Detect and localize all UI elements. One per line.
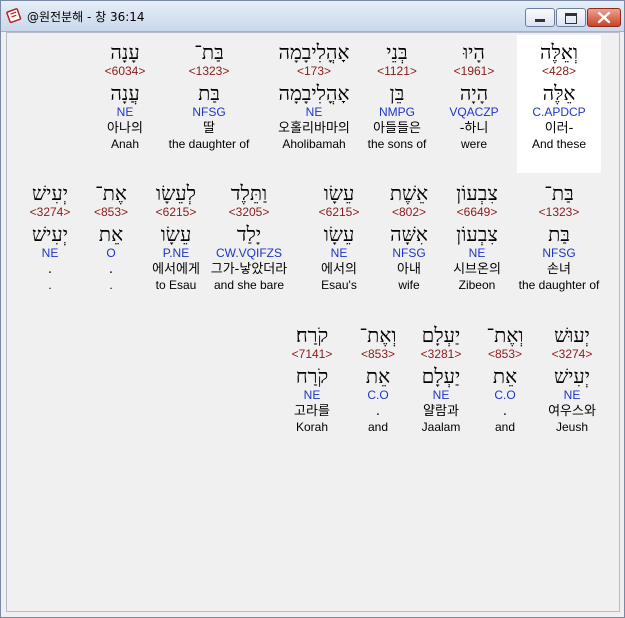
strong-number: <1961> (453, 64, 495, 78)
parsing-code: C.APDCP (532, 105, 586, 119)
hebrew-lemma: יָלַד (236, 222, 262, 246)
parsing-code: NE (305, 105, 323, 119)
strong-number: <3205> (228, 205, 270, 219)
maximize-button[interactable] (556, 8, 586, 27)
english-gloss: Jeush (555, 420, 589, 434)
hebrew-word: בַּת־ (194, 40, 224, 64)
hebrew-lemma: צִבְעוֹן (456, 222, 498, 246)
word-cell[interactable]: צִבְעוֹן <6649> צִבְעוֹן NE 시브온의 Zibeon (435, 176, 519, 314)
parsing-code: NE (563, 388, 581, 402)
korean-gloss: 오홀리바마의 (278, 121, 350, 136)
parsing-code: NE (116, 105, 134, 119)
word-cell[interactable]: הָיוּ <1961> הָיָה VQACZP -하니 were (432, 35, 516, 173)
english-gloss: Zibeon (458, 278, 496, 292)
english-gloss: and she bare (213, 278, 285, 292)
hebrew-lemma: אָהֳלִיבָמָה (278, 81, 350, 105)
hebrew-word: לְעֵשָׂו (156, 181, 196, 205)
close-icon (597, 11, 611, 24)
hebrew-word: הָיוּ (463, 40, 485, 64)
strong-number: <1323> (538, 205, 580, 219)
korean-gloss: 에서에게 (152, 262, 200, 277)
hebrew-lemma: בֵּן (389, 81, 405, 105)
hebrew-lemma: עֵשָׂו (160, 222, 192, 246)
korean-gloss: 손녀 (547, 262, 571, 277)
parsing-code: CW.VQIFZS (216, 246, 282, 260)
hebrew-word: צִבְעוֹן (456, 181, 498, 205)
korean-gloss: 그가-낳았더라 (210, 262, 288, 277)
english-gloss: to Esau (155, 278, 197, 292)
english-gloss: Anah (110, 137, 140, 151)
maximize-icon (565, 13, 577, 24)
strong-number: <173> (296, 64, 332, 78)
hebrew-lemma: בַּת (198, 81, 220, 105)
interlinear-panel[interactable]: עָנָה <6034> עֲנָה NE 아나의 Anah בַּת־ <1323> בַּת… (6, 32, 620, 612)
app-window: @원전분해 - 창 36:14 עָנָה <6034> עֲנָה NE 아나의 Ana… (0, 0, 625, 618)
korean-gloss: 아나의 (107, 121, 143, 136)
korean-gloss: 아들들은 (373, 121, 421, 136)
close-button[interactable] (587, 8, 621, 27)
english-gloss: the daughter of (168, 137, 250, 151)
hebrew-word: בַּת־ (544, 181, 574, 205)
word-cell[interactable]: בַּת־ <1323> בַּת NFSG 손녀 the daughter of (517, 176, 601, 314)
hebrew-lemma: הָיָה (459, 81, 489, 105)
hebrew-word: וְאֵלֶּה (540, 40, 578, 64)
hebrew-lemma: אֵלֶּה (542, 81, 576, 105)
word-cell[interactable]: בְּנֵי <1121> בֵּן NMPG 아들들은 the sons of (355, 35, 439, 173)
minimize-icon (535, 19, 545, 22)
word-cell[interactable]: עָנָה <6034> עֲנָה NE 아나의 Anah (83, 35, 167, 173)
strong-number: <6034> (104, 64, 146, 78)
strong-number: <1121> (377, 64, 417, 78)
parsing-code: VQACZP (449, 105, 499, 119)
word-cell[interactable]: לְעֵשָׂו <6215> עֵשָׂו P.NE 에서에게 to Esau (134, 176, 218, 314)
hebrew-word: בְּנֵי (386, 40, 408, 64)
korean-gloss: -하니 (459, 121, 489, 136)
korean-gloss: 여우스와 (548, 404, 596, 419)
hebrew-lemma: עֲנָה (110, 81, 140, 105)
parsing-code: P.NE (162, 246, 190, 260)
word-cell[interactable]: יְעוּשׁ <3274> יְעִישׁ NE 여우스와 Jeush (530, 318, 614, 456)
strong-number: <6649> (456, 205, 498, 219)
hebrew-word: וַתֵּלֶד (230, 181, 268, 205)
window-title: @원전분해 - 창 36:14 (27, 10, 145, 24)
parsing-code: NFSG (192, 105, 226, 119)
hebrew-word: עָנָה (110, 40, 140, 64)
word-cell[interactable]: בַּת־ <1323> בַּת NFSG 딸 the daughter of (167, 35, 251, 173)
word-cell[interactable]: אָהֳלִיבָמָה <173> אָהֳלִיבָמָה NE 오홀리바마의 Aho… (272, 35, 356, 173)
hebrew-lemma: בַּת (548, 222, 570, 246)
parsing-code: NMPG (379, 105, 415, 119)
english-gloss: the sons of (367, 137, 427, 151)
hebrew-word: אָהֳלִיבָמָה (278, 40, 350, 64)
word-cell[interactable]: וַתֵּלֶד <3205> יָלַד CW.VQIFZS 그가-낳았더라 and s… (207, 176, 291, 314)
strong-number: <428> (541, 64, 577, 78)
bible-book-icon (6, 8, 22, 23)
english-gloss: the daughter of (518, 278, 600, 292)
minimize-button[interactable] (525, 8, 555, 27)
title-bar[interactable]: @원전분해 - 창 36:14 (1, 1, 624, 32)
korean-gloss: 이러- (544, 121, 574, 136)
english-gloss: were (460, 137, 487, 151)
parsing-code: NE (468, 246, 486, 260)
word-cell[interactable]: וְאֵלֶּה <428> אֵלֶּה C.APDCP 이러- And these (517, 35, 601, 173)
korean-gloss: 딸 (203, 121, 215, 136)
hebrew-word: יְעוּשׁ (554, 323, 590, 347)
english-gloss: Aholibamah (282, 137, 346, 151)
strong-number: <1323> (188, 64, 230, 78)
hebrew-lemma: יְעִישׁ (554, 364, 590, 388)
strong-number: <3274> (551, 347, 593, 361)
english-gloss: And these (531, 137, 587, 151)
korean-gloss: 시브온의 (453, 262, 501, 277)
strong-number: <6215> (155, 205, 197, 219)
parsing-code: NFSG (542, 246, 576, 260)
